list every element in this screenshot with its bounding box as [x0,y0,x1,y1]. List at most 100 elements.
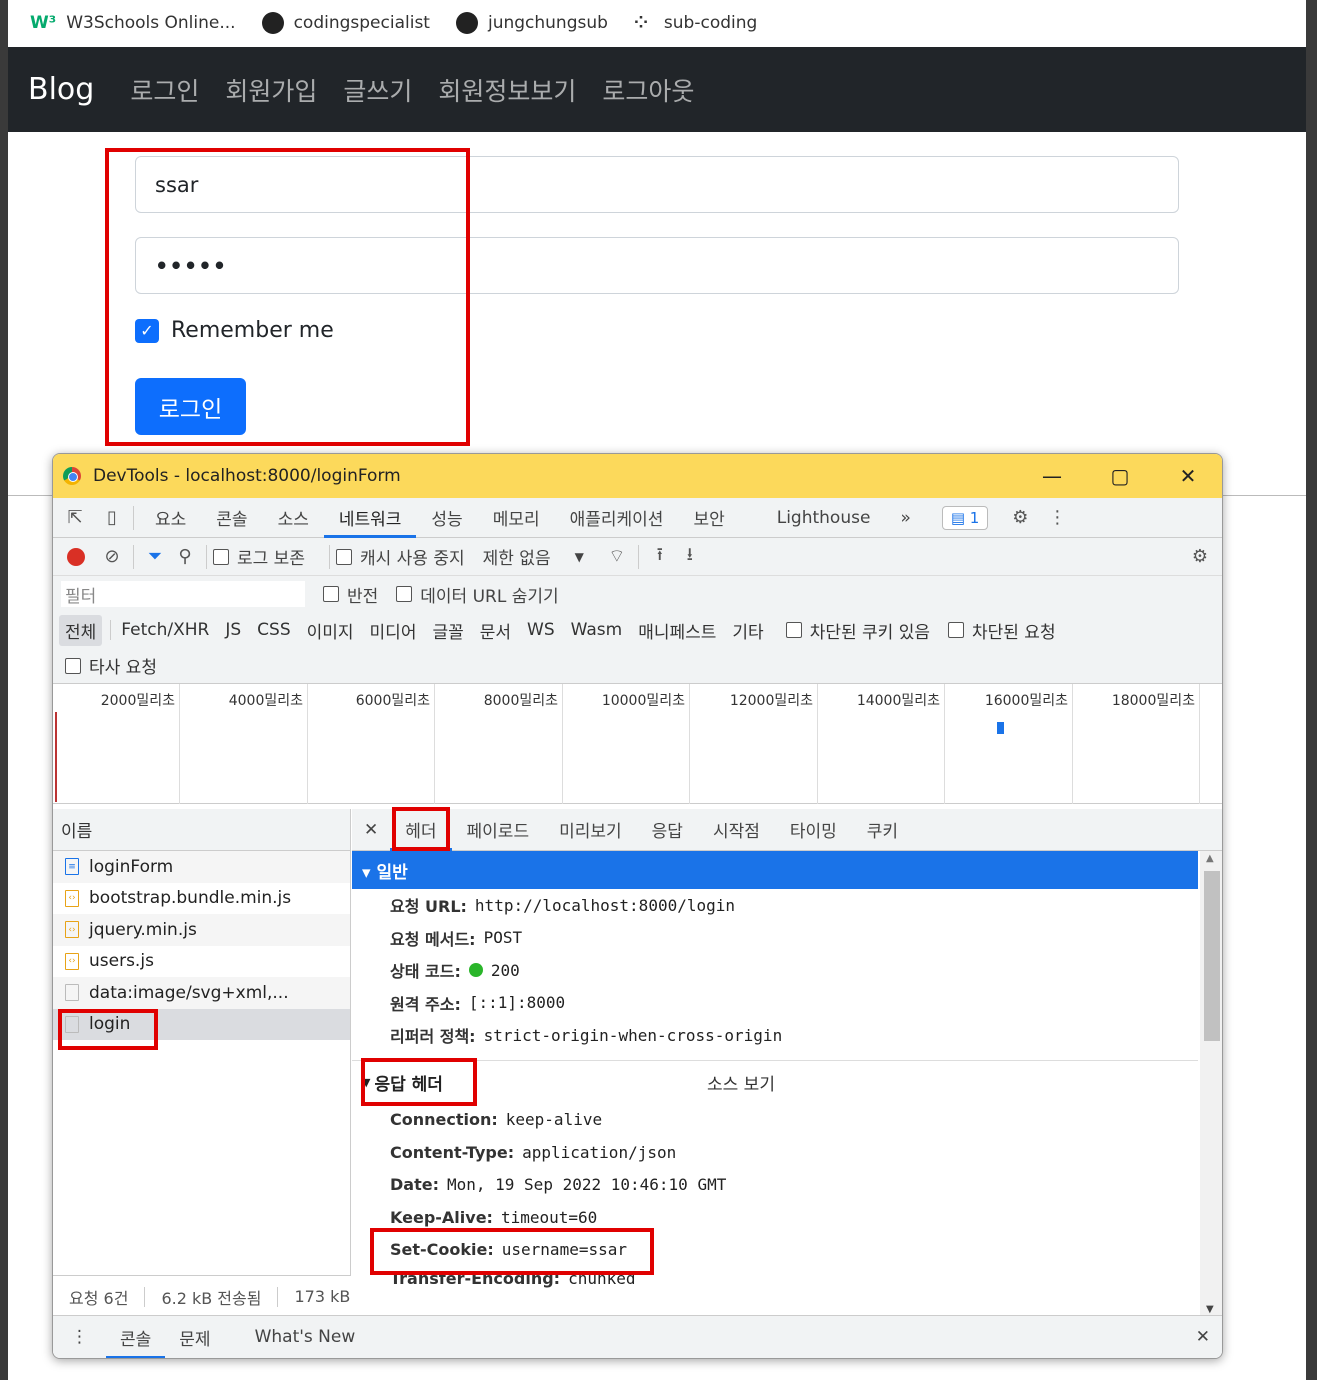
blocked-cookies-toggle[interactable]: 차단된 쿠키 있음 [785,618,930,643]
type-ws[interactable]: WS [521,617,561,643]
drawer-tabs: ⋮ 콘솔 문제 What's New ✕ [53,1315,1222,1359]
tab-response[interactable]: 응답 [637,809,698,851]
record-icon[interactable] [67,547,85,566]
tab-performance[interactable]: 성능 [416,498,477,538]
type-doc[interactable]: 문서 [474,615,517,646]
more-tabs-icon[interactable]: » [885,498,925,538]
drawer-menu-icon[interactable]: ⋮ [53,1316,106,1359]
navbar-brand[interactable]: Blog [28,72,94,107]
devtools-titlebar: DevTools - localhost:8000/loginForm — ▢ … [53,454,1222,498]
request-row-data-svg[interactable]: data:image/svg+xml,... [53,977,350,1009]
general-section-header[interactable]: ▾ 일반 [352,851,1198,889]
tab-network[interactable]: 네트워크 [323,498,417,538]
third-party-label: 타사 요청 [89,658,157,678]
transferred-size: 6.2 kB 전송됨 [161,1288,262,1308]
checkbox-icon [335,548,352,565]
nav-link-signup[interactable]: 회원가입 [225,72,317,108]
tab-timing[interactable]: 타이밍 [775,809,852,851]
scroll-down-icon[interactable]: ▼ [1206,1304,1214,1315]
view-source-button[interactable]: 소스 보기 [707,1070,775,1095]
header-value: [::1]:8000 [468,993,566,1013]
type-other[interactable]: 기타 [726,615,769,646]
chrome-icon [63,467,81,485]
drawer-tab-issues[interactable]: 문제 [165,1316,224,1359]
close-drawer-icon[interactable]: ✕ [1182,1316,1222,1359]
nav-link-logout[interactable]: 로그아웃 [602,72,694,108]
network-toolbar: ⊘ ⏷ ⚲ 로그 보존 캐시 사용 중지 제한 없음 ▼ ⌔ ⭱ ⭳ ⚙ [53,538,1222,576]
filter-icon[interactable]: ⏷ [140,537,170,577]
clear-icon[interactable]: ⊘ [97,537,127,577]
bookmark-w3schools[interactable]: W³ W3Schools Online... [30,13,236,33]
filter-input[interactable]: 필터 [61,581,305,607]
bookmark-sub-coding[interactable]: ⁘ sub-coding [634,13,757,33]
hide-data-urls-toggle[interactable]: 데이터 URL 숨기기 [396,582,559,607]
type-img[interactable]: 이미지 [301,615,360,646]
type-manifest[interactable]: 매니페스트 [632,615,722,646]
tab-preview[interactable]: 미리보기 [544,809,637,851]
network-timeline-overview[interactable]: 2000밀리초 4000밀리초 6000밀리초 8000밀리초 10000밀리초… [53,684,1222,804]
third-party-toggle[interactable]: 타사 요청 [65,653,157,678]
bookmark-label: codingspecialist [293,13,430,33]
more-menu-icon[interactable]: ⋮ [1042,498,1072,538]
bookmark-codingspecialist[interactable]: codingspecialist [261,12,430,34]
tab-sources[interactable]: 소스 [263,498,324,538]
tab-console[interactable]: 콘솔 [201,498,262,538]
request-row-jquery[interactable]: ‹› jquery.min.js [53,914,350,946]
close-detail-icon[interactable]: ✕ [352,809,390,851]
response-headers-section-header[interactable]: ▼ 응답 헤더 소스 보기 [352,1059,1198,1104]
tab-elements[interactable]: 요소 [140,498,201,538]
chevron-down-icon[interactable]: ▼ [575,550,584,564]
type-all[interactable]: 전체 [59,614,103,646]
header-key: 상태 코드: [390,962,461,982]
tab-initiator[interactable]: 시작점 [698,809,775,851]
preserve-log-toggle[interactable]: 로그 보존 [213,544,305,569]
detail-scrollbar[interactable]: ▲ ▼ [1200,851,1222,1317]
request-row-bootstrap[interactable]: ‹› bootstrap.bundle.min.js [53,883,350,915]
tab-lighthouse[interactable]: Lighthouse [762,498,886,538]
type-wasm[interactable]: Wasm [565,617,629,643]
type-font[interactable]: 글꼴 [426,615,469,646]
request-row-users[interactable]: ‹› users.js [53,946,350,978]
scroll-up-icon[interactable]: ▲ [1206,853,1214,864]
invert-toggle[interactable]: 반전 [323,582,378,607]
timeline-tick: 8000밀리초 [435,684,563,804]
nav-link-user-info[interactable]: 회원정보보기 [438,72,576,108]
type-js[interactable]: JS [219,617,247,643]
minimize-icon[interactable]: — [1018,454,1086,498]
disable-cache-toggle[interactable]: 캐시 사용 중지 [335,544,465,569]
name-column-header[interactable]: 이름 [53,809,350,851]
network-settings-gear-icon[interactable]: ⚙ [1178,537,1222,577]
timeline-tick: 6000밀리초 [308,684,435,804]
type-css[interactable]: CSS [251,617,296,643]
tab-application[interactable]: 애플리케이션 [555,498,679,538]
tab-cookies[interactable]: 쿠키 [852,809,913,851]
request-row-loginform[interactable]: ≡ loginForm [53,851,350,883]
settings-gear-icon[interactable]: ⚙ [998,498,1042,538]
nav-link-write[interactable]: 글쓰기 [343,72,412,108]
blocked-requests-toggle[interactable]: 차단된 요청 [947,618,1056,643]
close-icon[interactable]: ✕ [1154,454,1222,498]
tab-memory[interactable]: 메모리 [478,498,555,538]
device-toolbar-icon[interactable]: ▯ [97,498,127,538]
bookmark-jungchungsub[interactable]: jungchungsub [455,12,608,34]
search-icon[interactable]: ⚲ [170,537,200,577]
download-icon[interactable]: ⭳ [675,537,705,577]
tab-security[interactable]: 보안 [678,498,739,538]
timeline-tick: 16000밀리초 [945,684,1073,804]
scrollbar-thumb[interactable] [1204,871,1220,1041]
maximize-icon[interactable]: ▢ [1086,454,1154,498]
network-lower-panel: 이름 ≡ loginForm ‹› bootstrap.bundle.min.js … [53,807,1222,1317]
type-fetch-xhr[interactable]: Fetch/XHR [115,617,215,643]
network-conditions-icon[interactable]: ⌔ [602,537,632,577]
drawer-tab-console[interactable]: 콘솔 [106,1316,166,1358]
throttle-select[interactable]: 제한 없음 [483,544,551,569]
script-icon: ‹› [65,952,79,970]
type-media[interactable]: 미디어 [364,615,423,646]
inspect-element-icon[interactable]: ⇱ [53,498,97,538]
tab-payload[interactable]: 페이로드 [452,809,545,851]
request-name: jquery.min.js [89,919,197,940]
messages-badge[interactable]: ▤ 1 [941,505,989,530]
nav-link-login[interactable]: 로그인 [130,72,199,108]
drawer-tab-whats-new[interactable]: What's New [241,1316,370,1359]
upload-icon[interactable]: ⭱ [645,537,675,577]
